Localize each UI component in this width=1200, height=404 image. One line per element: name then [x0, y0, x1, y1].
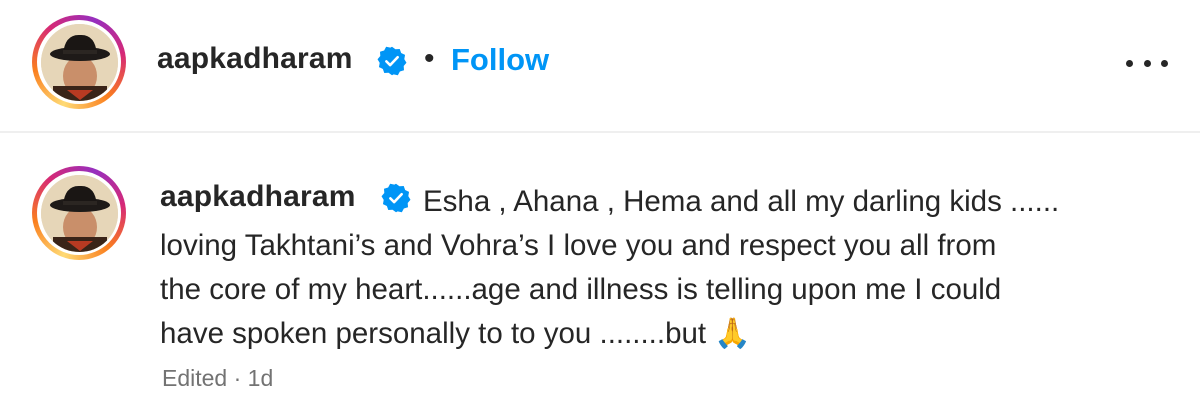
comment-avatar[interactable] — [32, 166, 126, 260]
comment-text: Esha , Ahana , Hema and all my darling k… — [160, 180, 1170, 356]
more-options-icon[interactable] — [1126, 58, 1168, 68]
more-dot — [1161, 59, 1168, 67]
avatar[interactable] — [32, 15, 126, 109]
verified-badge-icon — [377, 46, 407, 76]
more-dot — [1126, 59, 1133, 67]
avatar-border — [37, 171, 121, 255]
comment-meta: Edited · 1d — [162, 365, 274, 391]
post-header: aapkadharam • Follow — [0, 0, 1200, 133]
follow-button[interactable]: Follow — [451, 42, 549, 78]
comment-line: loving Takhtani’s and Vohra’s I love you… — [160, 229, 997, 262]
avatar-border — [37, 20, 121, 104]
more-dot — [1143, 59, 1151, 67]
header-username[interactable]: aapkadharam — [157, 42, 353, 76]
separator-dot: • — [424, 42, 435, 75]
comment-line: the core of my heart......age and illnes… — [160, 273, 1002, 306]
avatar-image — [40, 174, 118, 252]
comment-line: have spoken personally to to you .......… — [160, 317, 752, 350]
comment-line: Esha , Ahana , Hema and all my darling k… — [423, 185, 1060, 218]
avatar-image — [40, 23, 118, 101]
